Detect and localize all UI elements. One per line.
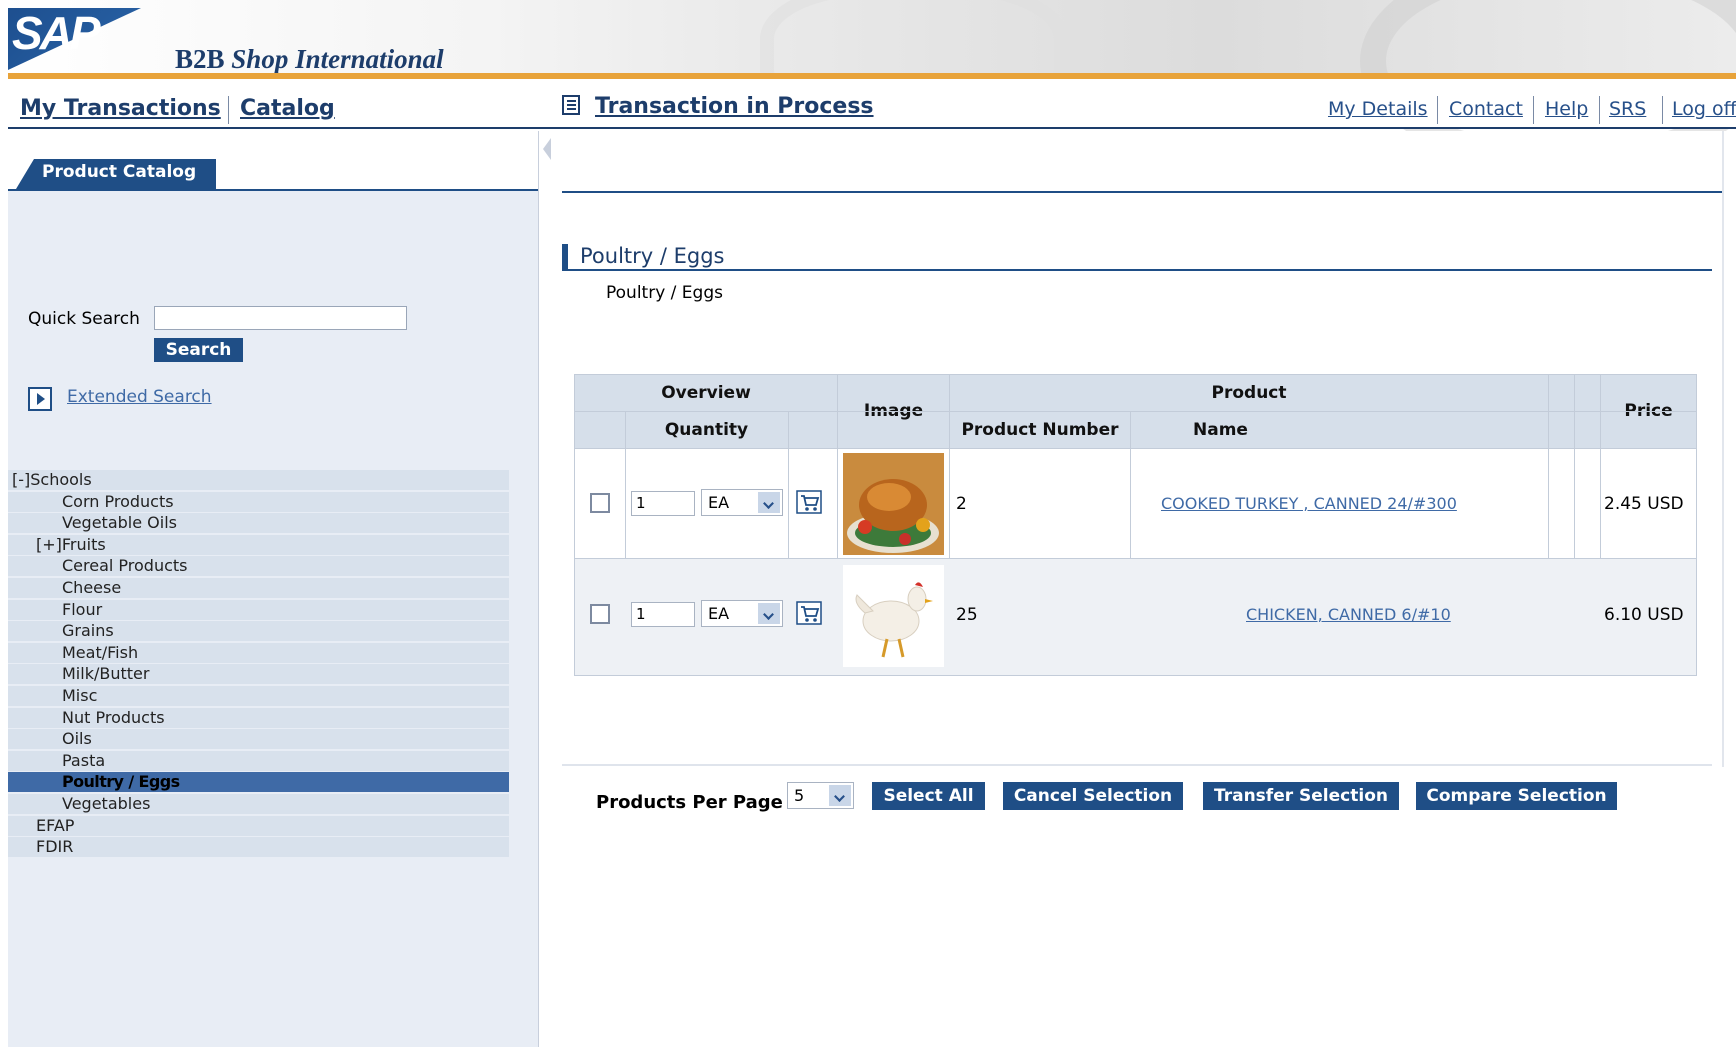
content-divider (562, 191, 1724, 193)
row-select-checkbox[interactable] (590, 604, 610, 624)
tree-item[interactable]: [-]Schools (8, 470, 509, 490)
heading-marker (562, 244, 568, 270)
tree-item[interactable]: Milk/Butter (8, 664, 509, 685)
grid-line (575, 448, 1696, 449)
tree-item[interactable]: Corn Products (8, 491, 509, 512)
shop-title-main: B2B (175, 44, 225, 74)
tree-item[interactable]: Cheese (8, 577, 509, 598)
unit-select[interactable]: EA (701, 489, 783, 516)
product-image-chicken[interactable] (843, 565, 944, 667)
unit-select-value: EA (708, 493, 730, 512)
header-quantity: Quantity (664, 420, 749, 440)
shop-title-italic: Shop International (231, 44, 444, 74)
heading-underline (562, 269, 1712, 271)
unit-select-value: EA (708, 604, 730, 623)
compare-selection-button[interactable]: Compare Selection (1416, 782, 1617, 810)
tree-item[interactable]: FDIR (8, 837, 509, 858)
link-my-details[interactable]: My Details (1328, 98, 1428, 120)
nav-my-transactions[interactable]: My Transactions (20, 96, 221, 121)
chevron-down-icon (829, 785, 851, 806)
tree-item[interactable]: Misc (8, 685, 509, 706)
tab-underline (8, 189, 538, 191)
products-per-page-select[interactable]: 5 (787, 782, 854, 809)
add-to-cart-icon[interactable] (796, 601, 822, 625)
nav-separator (1533, 96, 1534, 124)
grid-line (575, 411, 1696, 412)
nav-separator (1662, 96, 1663, 124)
sap-logo-text: SAP (12, 7, 101, 59)
tree-item[interactable]: Grains (8, 621, 509, 642)
tree-item[interactable]: Flour (8, 599, 509, 620)
expand-arrow-icon[interactable] (28, 387, 52, 411)
product-table: Overview Quantity Image Product Product … (574, 374, 1697, 676)
link-help[interactable]: Help (1545, 98, 1588, 120)
transaction-icon (562, 95, 580, 115)
nav-transaction-in-process[interactable]: Transaction in Process (595, 94, 874, 119)
header-product-number: Product Number (950, 412, 1130, 448)
product-number: 25 (956, 605, 978, 625)
products-per-page-label: Products Per Page (596, 792, 783, 813)
category-breadcrumb: Poultry / Eggs (606, 283, 723, 303)
product-price: 2.45 USD (1604, 494, 1684, 514)
chevron-down-icon (758, 492, 780, 513)
nav-separator (1599, 96, 1600, 124)
nav-separator (228, 96, 229, 124)
collapse-panel-icon[interactable] (543, 138, 551, 160)
nav-separator (1437, 96, 1438, 124)
quantity-input[interactable]: 1 (631, 491, 695, 516)
extended-search-link[interactable]: Extended Search (67, 387, 212, 407)
add-to-cart-icon[interactable] (796, 490, 822, 514)
search-button[interactable]: Search (154, 338, 243, 362)
tree-item[interactable]: Pasta (8, 750, 509, 771)
transfer-selection-button[interactable]: Transfer Selection (1203, 782, 1399, 810)
tree-item[interactable]: Cereal Products (8, 556, 509, 577)
chevron-down-icon (758, 603, 780, 624)
tree-item[interactable]: Poultry / Eggs (8, 772, 509, 793)
nav-underline (8, 127, 1736, 129)
content-divider (562, 764, 1712, 766)
product-catalog-tab-label: Product Catalog (42, 162, 197, 182)
quick-search-input[interactable] (154, 306, 407, 330)
header-product: Product (950, 375, 1548, 411)
tree-item[interactable]: Vegetables (8, 793, 509, 814)
link-contact[interactable]: Contact (1449, 98, 1523, 120)
product-price: 6.10 USD (1604, 605, 1684, 625)
header-name: Name (1131, 412, 1548, 448)
tree-item[interactable]: [+]Fruits (8, 534, 509, 555)
product-number: 2 (956, 494, 967, 514)
row-select-checkbox[interactable] (590, 493, 610, 513)
scrollbar[interactable] (1722, 131, 1724, 767)
category-heading: Poultry / Eggs (580, 244, 725, 268)
tree-item[interactable]: Meat/Fish (8, 642, 509, 663)
product-image-turkey[interactable] (843, 453, 944, 555)
cancel-selection-button[interactable]: Cancel Selection (1003, 782, 1183, 810)
products-per-page-value: 5 (794, 786, 805, 805)
tree-item[interactable]: Nut Products (8, 707, 509, 728)
select-all-button[interactable]: Select All (872, 782, 985, 810)
product-name-link[interactable]: COOKED TURKEY , CANNED 24/#300 (1161, 494, 1457, 513)
tree-item[interactable]: EFAP (8, 815, 509, 836)
link-srs[interactable]: SRS (1609, 98, 1646, 120)
link-log-off[interactable]: Log off (1672, 98, 1736, 120)
tree-item[interactable]: Oils (8, 729, 509, 750)
shop-title: B2B Shop International (175, 44, 444, 75)
tree-item[interactable]: Vegetable Oils (8, 513, 509, 534)
product-name-link[interactable]: CHICKEN, CANNED 6/#10 (1246, 605, 1451, 624)
header-overview: Overview (575, 375, 837, 411)
quantity-input[interactable]: 1 (631, 602, 695, 627)
nav-catalog[interactable]: Catalog (240, 96, 335, 121)
unit-select[interactable]: EA (701, 600, 783, 627)
quick-search-label: Quick Search (28, 309, 140, 329)
category-tree: [-]Schools Corn Products Vegetable Oils [+]… (8, 470, 509, 859)
